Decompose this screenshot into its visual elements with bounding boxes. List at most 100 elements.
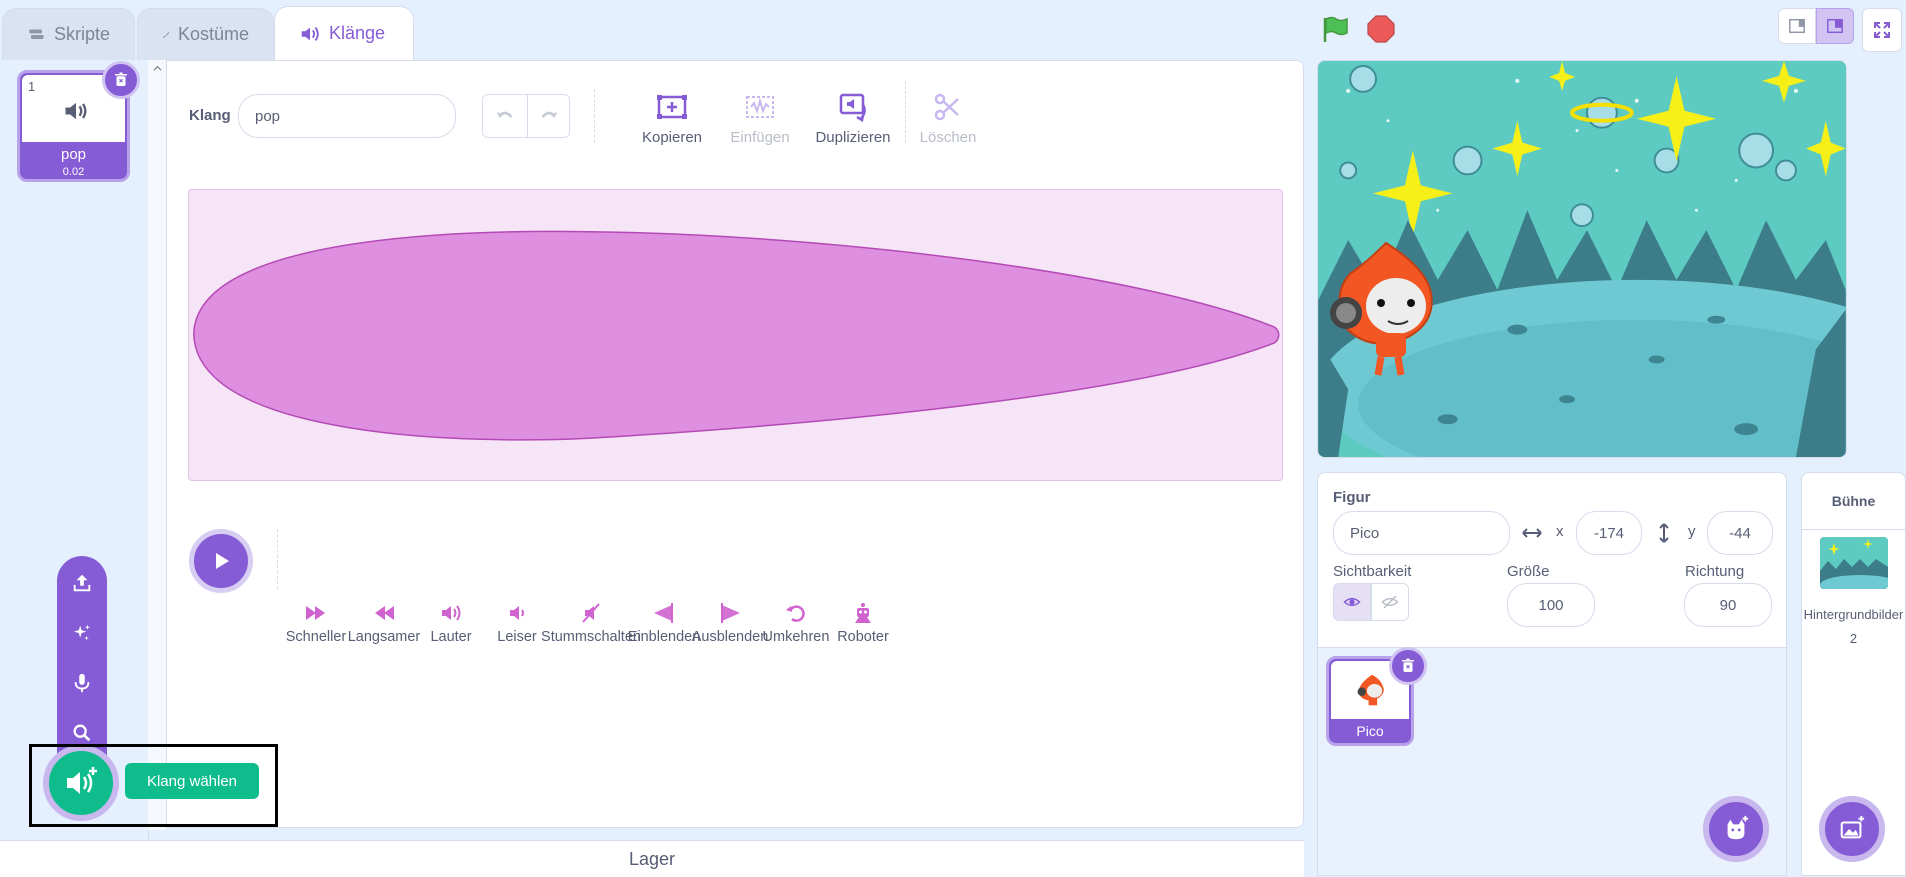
add-backdrop-icon (1840, 815, 1865, 839)
delete-button[interactable]: Löschen (908, 89, 988, 146)
play-button[interactable] (189, 529, 253, 593)
upload-icon (73, 574, 91, 592)
scroll-up-icon (153, 65, 162, 71)
sound-name-input[interactable]: pop (238, 94, 456, 138)
effect-mute[interactable]: Stummschalten (541, 601, 641, 645)
effect-robot[interactable]: Roboter (828, 601, 898, 645)
trash-icon (1402, 658, 1414, 672)
copy-label: Kopieren (641, 129, 703, 146)
choose-backdrop-button[interactable] (1819, 796, 1885, 862)
scissors-icon (934, 93, 959, 121)
show-button[interactable] (1333, 583, 1371, 621)
toolbar-divider (905, 81, 906, 143)
tab-label: Kostüme (177, 24, 249, 44)
robot-icon (855, 603, 871, 623)
redo-icon (541, 111, 558, 118)
stage-title: Bühne (1831, 493, 1876, 509)
duplicate-label: Duplizieren (815, 129, 891, 146)
effect-fade-in[interactable]: Einblenden (627, 601, 701, 645)
delete-sound-button[interactable] (102, 61, 140, 99)
eye-hidden-icon (1381, 595, 1399, 609)
sprite-name-input[interactable]: Pico (1333, 511, 1510, 555)
paste-label: Einfügen (730, 129, 790, 146)
normal-stage-icon (1827, 18, 1843, 34)
direction-value: 90 (1719, 596, 1737, 614)
backdrops-count: 2 (1849, 631, 1858, 646)
small-stage-button[interactable] (1778, 8, 1816, 44)
sprite-name-value: Pico (1350, 524, 1380, 542)
reverse-icon (786, 605, 805, 622)
y-value: -44 (1729, 524, 1751, 542)
tab-sounds[interactable]: Klänge (274, 6, 414, 60)
record-button[interactable] (57, 658, 107, 708)
highlight-box (29, 744, 278, 827)
surprise-button[interactable] (57, 608, 107, 658)
code-icon (29, 28, 44, 39)
tab-costumes[interactable]: Kostüme (137, 8, 274, 60)
undo-icon (496, 111, 513, 118)
effect-label: Roboter (837, 629, 889, 645)
effects-divider (277, 529, 278, 589)
x-input[interactable]: -174 (1576, 511, 1642, 555)
backdrop-thumbnail (1820, 537, 1888, 589)
tab-label: Klänge (329, 23, 386, 43)
speaker-icon (65, 102, 87, 120)
sprite-label: Figur (1333, 489, 1371, 506)
play-icon (216, 553, 229, 569)
effect-label: Lauter (430, 629, 472, 645)
effect-label: Stummschalten (541, 629, 641, 645)
size-input[interactable]: 100 (1507, 583, 1595, 627)
paste-icon (746, 96, 774, 118)
trash-icon (115, 72, 127, 86)
effect-reverse[interactable]: Umkehren (761, 601, 831, 645)
green-flag-button[interactable] (1320, 14, 1350, 44)
effect-fade-out[interactable]: Ausblenden (692, 601, 768, 645)
effect-faster[interactable]: Schneller (281, 601, 351, 645)
delete-sprite-button[interactable] (1389, 647, 1427, 685)
redo-button[interactable] (527, 95, 571, 137)
y-input[interactable]: -44 (1707, 511, 1773, 555)
sprite-tile-pico[interactable]: Pico (1326, 647, 1427, 746)
copy-icon (657, 95, 687, 119)
sound-editor: Klang pop Kopieren Einfügen Duplizieren … (166, 60, 1304, 828)
volume-down-icon (510, 606, 524, 620)
upload-sound-button[interactable] (57, 558, 107, 608)
sound-list-scrollbar[interactable] (148, 60, 166, 830)
pico-thumbnail (1357, 674, 1384, 706)
duplicate-button[interactable]: Duplizieren (803, 89, 903, 146)
hide-button[interactable] (1371, 583, 1409, 621)
normal-stage-button[interactable] (1816, 8, 1854, 44)
paste-button[interactable]: Einfügen (720, 89, 800, 146)
volume-up-icon (442, 605, 461, 621)
tab-scripts[interactable]: Skripte (2, 8, 135, 60)
small-stage-icon (1789, 18, 1805, 34)
choose-sprite-button[interactable] (1703, 796, 1769, 862)
mute-icon (582, 603, 600, 623)
undo-button[interactable] (483, 95, 528, 137)
backdrops-label: Hintergrundbilder (1803, 607, 1904, 622)
backdrop-thumbnail-image (1820, 537, 1888, 589)
waveform-area[interactable] (188, 189, 1283, 481)
x-label: x (1556, 523, 1564, 540)
copy-button[interactable]: Kopieren (632, 89, 712, 146)
brush-icon (162, 31, 170, 38)
sound-name-label: Klang (189, 107, 231, 124)
fullscreen-icon (1874, 22, 1890, 38)
effect-label: Umkehren (762, 629, 830, 645)
stage-pane-divider (1802, 529, 1905, 530)
fade-out-icon (721, 603, 740, 623)
sprite-info-panel: Figur Pico x -174 y -44 Sichtbarkeit Grö… (1317, 472, 1787, 648)
y-label: y (1688, 523, 1696, 540)
undo-redo-group (482, 94, 570, 138)
visibility-label: Sichtbarkeit (1333, 563, 1412, 580)
effect-label: Leiser (497, 629, 537, 645)
microphone-icon (74, 673, 90, 693)
stop-button[interactable] (1366, 14, 1396, 44)
sound-tile-pop[interactable]: 1 pop 0.02 (17, 61, 140, 182)
stage-canvas[interactable] (1317, 60, 1847, 458)
toolbar-divider (594, 89, 595, 143)
direction-input[interactable]: 90 (1684, 583, 1772, 627)
fullscreen-button[interactable] (1862, 8, 1902, 52)
delete-label: Löschen (919, 129, 977, 146)
backpack-bar[interactable]: Lager (0, 840, 1304, 877)
